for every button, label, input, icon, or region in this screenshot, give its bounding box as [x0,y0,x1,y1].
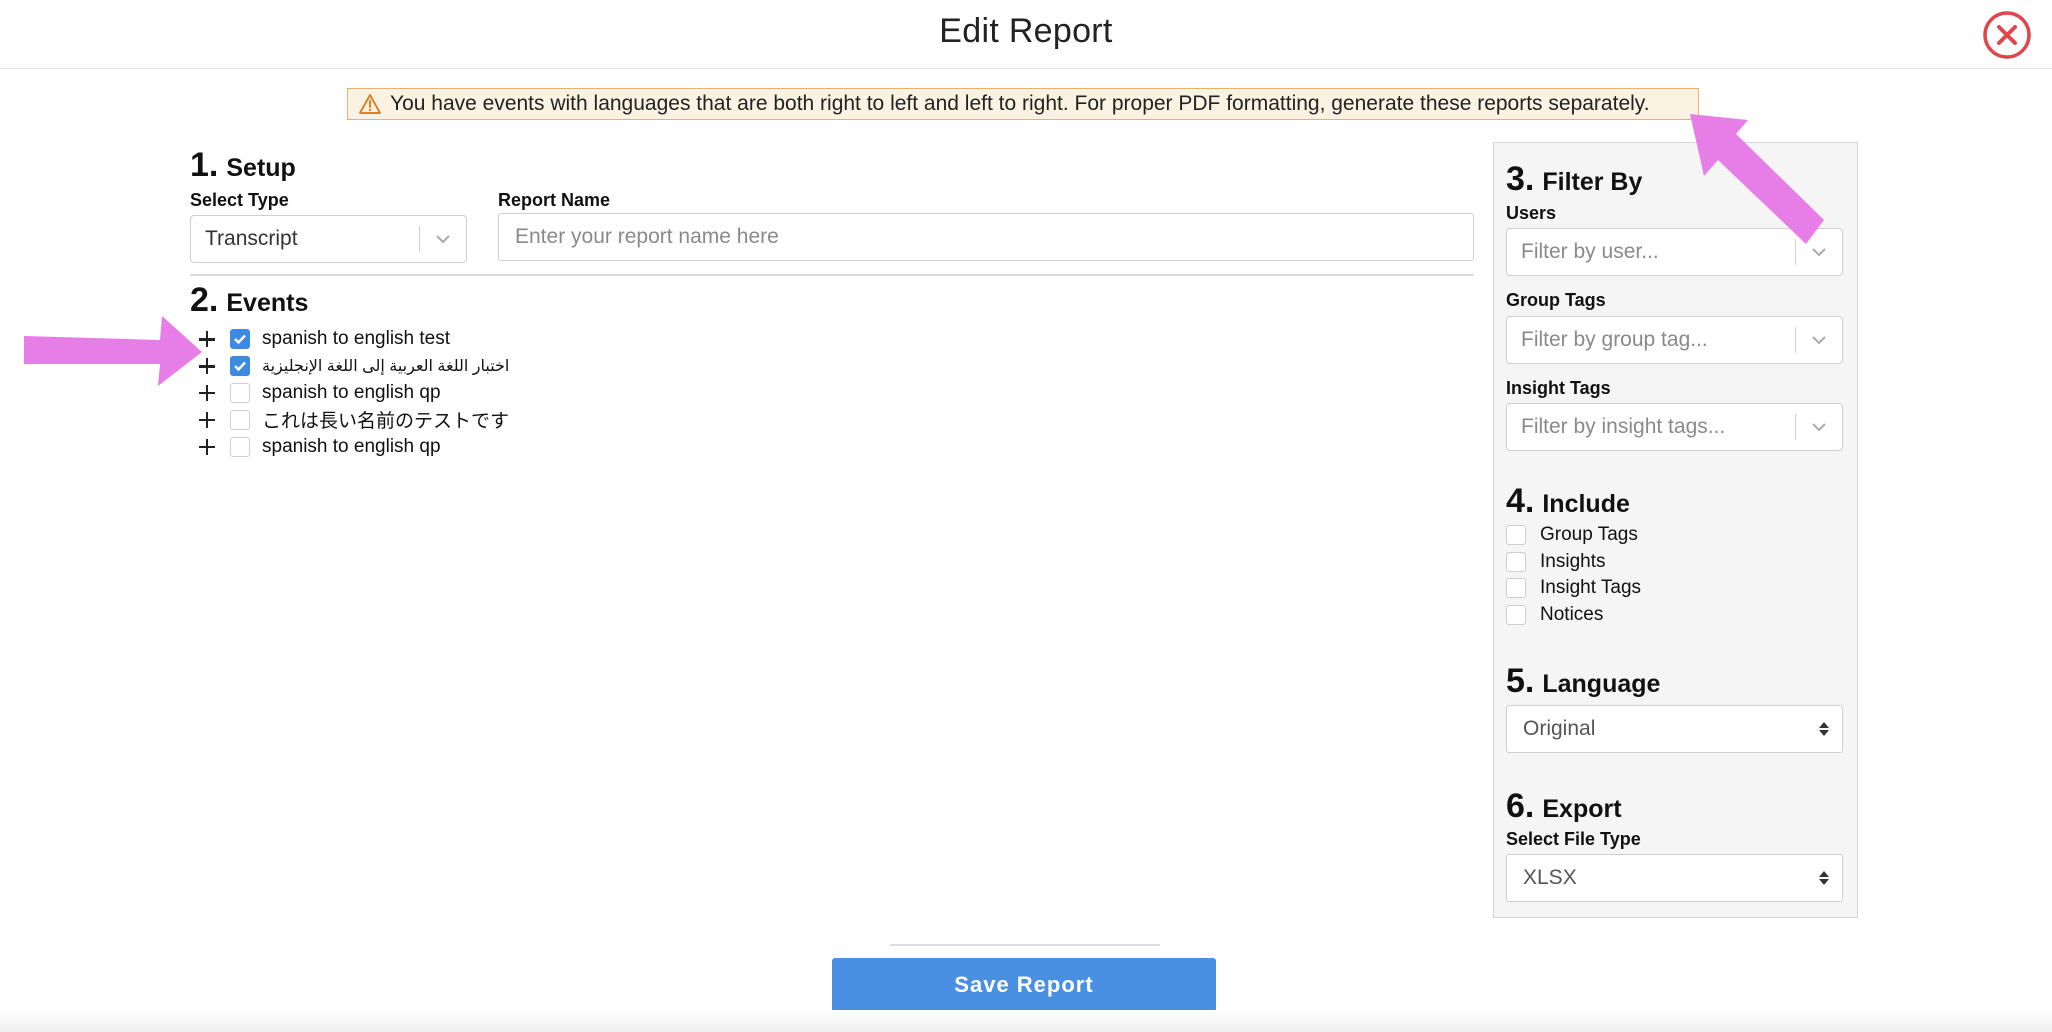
section-title: Filter By [1542,168,1643,196]
report-name-label: Report Name [498,190,611,210]
users-filter-dropdown[interactable]: Filter by user... [1506,228,1843,276]
chevron-down-icon[interactable] [1796,422,1842,432]
section-title: Language [1542,670,1661,698]
expand-plus-icon[interactable] [196,409,218,431]
chevron-down-icon[interactable] [420,234,466,244]
include-option-label: Insight Tags [1540,577,1642,599]
save-report-button[interactable]: Save Report [832,958,1216,1012]
section-divider [190,274,1474,276]
event-row: spanish to english test [196,326,509,353]
export-heading: 6. Export [1506,787,1622,826]
insight-tags-filter-dropdown[interactable]: Filter by insight tags... [1506,403,1843,451]
section-number: 1. [190,146,219,184]
select-updown-icon [1806,869,1842,887]
include-heading: 4. Include [1506,482,1630,521]
users-label: Users [1506,203,1557,223]
group-tags-filter-placeholder: Filter by group tag... [1521,328,1708,351]
language-select-value: Original [1523,717,1596,740]
expand-plus-icon[interactable] [196,436,218,458]
include-option: Group Tags [1506,522,1641,549]
event-checkbox[interactable] [230,409,250,430]
annotation-arrow-icon [24,316,202,386]
report-name-input[interactable] [498,213,1474,261]
event-checkbox[interactable] [230,329,250,350]
section-title: Include [1542,490,1630,518]
section-title: Events [226,289,309,317]
section-title: Export [1542,795,1622,823]
include-insight-tags-checkbox[interactable] [1506,578,1526,599]
event-label: spanish to english qp [262,381,441,403]
close-circle-icon[interactable] [1982,10,2032,60]
insight-tags-label: Insight Tags [1506,378,1611,398]
include-option-label: Group Tags [1540,524,1638,546]
group-tags-label: Group Tags [1506,290,1606,310]
warning-text: You have events with languages that are … [390,92,1650,115]
users-filter-placeholder: Filter by user... [1521,240,1659,263]
dialog-title: Edit Report [939,12,1113,50]
include-options: Group Tags Insights Insight Tags Notices [1506,522,1641,628]
dialog-header: Edit Report [0,0,2052,69]
close-button[interactable] [1982,10,2032,60]
select-updown-icon [1806,720,1842,738]
expand-plus-icon[interactable] [196,355,218,377]
event-checkbox[interactable] [230,382,250,403]
filter-by-heading: 3. Filter By [1506,160,1642,199]
include-option-label: Notices [1540,603,1604,625]
language-select[interactable]: Original [1506,705,1843,753]
include-option: Insights [1506,549,1641,576]
include-group-tags-checkbox[interactable] [1506,525,1526,546]
setup-heading: 1. Setup [190,146,296,185]
section-number: 6. [1506,787,1535,825]
section-title: Setup [226,154,296,182]
group-tags-filter-dropdown[interactable]: Filter by group tag... [1506,316,1843,364]
expand-plus-icon[interactable] [196,382,218,404]
section-number: 5. [1506,662,1535,700]
mixed-direction-warning: You have events with languages that are … [347,88,1699,120]
file-type-select[interactable]: XLSX [1506,854,1843,902]
file-type-select-value: XLSX [1523,866,1577,889]
event-label: spanish to english test [262,328,451,350]
event-checkbox[interactable] [230,356,250,377]
event-label: これは長い名前のテストです [262,411,510,433]
include-option-label: Insights [1540,550,1606,572]
edit-report-dialog: Edit Report You have events with languag… [0,0,2052,1032]
include-option: Notices [1506,602,1641,629]
expand-plus-icon[interactable] [196,328,218,350]
event-row: spanish to english qp [196,380,509,407]
select-type-label: Select Type [190,190,289,210]
file-type-label: Select File Type [1506,829,1641,849]
bottom-edge [0,1010,2052,1032]
include-option: Insight Tags [1506,575,1641,602]
select-type-value: Transcript [205,227,298,250]
events-heading: 2. Events [190,281,308,320]
event-row: これは長い名前のテストです [196,406,509,433]
event-row: اختبار اللغة العربية إلى اللغة الإنجليزي… [196,353,509,380]
section-number: 2. [190,281,219,319]
event-label: اختبار اللغة العربية إلى اللغة الإنجليزي… [262,358,510,376]
event-label: spanish to english qp [262,435,441,457]
chevron-down-icon[interactable] [1796,247,1842,257]
footer-divider [890,944,1160,946]
include-notices-checkbox[interactable] [1506,604,1526,625]
section-number: 4. [1506,482,1535,520]
insight-tags-filter-placeholder: Filter by insight tags... [1521,415,1726,438]
events-list: spanish to english test اختبار اللغة الع… [196,326,509,460]
event-row: spanish to english qp [196,433,509,460]
language-heading: 5. Language [1506,662,1660,701]
select-type-dropdown[interactable]: Transcript [190,215,467,263]
include-insights-checkbox[interactable] [1506,551,1526,572]
chevron-down-icon[interactable] [1796,335,1842,345]
event-checkbox[interactable] [230,436,250,457]
warning-triangle-icon [358,92,382,116]
section-number: 3. [1506,160,1535,198]
